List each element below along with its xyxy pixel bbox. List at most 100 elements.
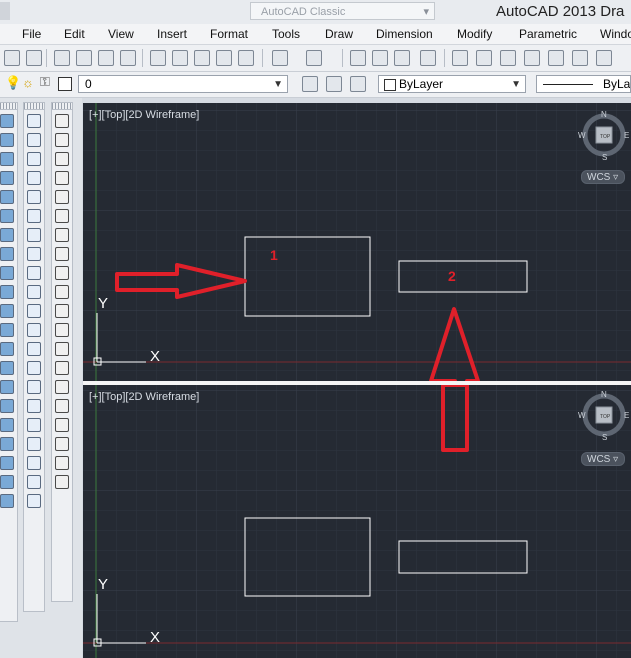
3d-rotate-icon[interactable] [0,399,14,413]
wcs-menu[interactable]: WCS ▿ [581,170,625,184]
help-icon[interactable] [596,50,612,66]
box-icon[interactable] [0,114,14,128]
construction-line-icon[interactable] [55,133,69,147]
add-selected-icon[interactable] [55,475,69,489]
extrude-icon[interactable] [0,266,14,280]
properties-icon[interactable] [452,50,468,66]
camera-icon[interactable] [27,171,41,185]
loft-icon[interactable] [0,228,14,242]
ucs-icon[interactable] [27,342,41,356]
3d-align-icon[interactable] [0,418,14,432]
sweep-icon[interactable] [0,247,14,261]
lock-icon[interactable]: ⚿ [40,74,50,90]
plot-icon[interactable] [54,50,70,66]
layer-previous-icon[interactable] [326,76,342,92]
pan-hand-icon[interactable] [27,114,41,128]
paste-icon[interactable] [194,50,210,66]
zoom-icon[interactable] [27,133,41,147]
color-dropdown[interactable]: ByLayer ▼ [378,75,526,93]
ucs-origin-icon[interactable] [27,380,41,394]
wedge-icon[interactable] [0,152,14,166]
3d-move-icon[interactable] [0,380,14,394]
make-block-icon[interactable] [55,342,69,356]
cylinder-icon[interactable] [0,133,14,147]
menu-modify[interactable]: Modify [457,27,492,41]
subtract-icon[interactable] [0,323,14,337]
menu-edit[interactable]: Edit [64,27,85,41]
ucs-3point-icon[interactable] [27,399,41,413]
publish-icon[interactable] [98,50,114,66]
viewport-top[interactable]: Y X 1 2 TOP N S E W [+][Top][2D Wirefram… [83,103,631,381]
table-icon[interactable] [55,437,69,451]
spline-icon[interactable] [55,266,69,280]
match-properties-icon[interactable] [216,50,232,66]
slice-icon[interactable] [0,361,14,375]
point-icon[interactable] [55,361,69,375]
arc-icon[interactable] [55,209,69,223]
sphere-icon[interactable] [0,190,14,204]
insert-block-icon[interactable] [55,323,69,337]
light-icon[interactable] [27,304,41,318]
ellipse-arc-icon[interactable] [55,304,69,318]
menu-tools[interactable]: Tools [272,27,300,41]
ucs-named-icon[interactable] [27,475,41,489]
menu-file[interactable]: File [22,27,41,41]
design-center-icon[interactable] [476,50,492,66]
redo-icon[interactable] [306,50,322,66]
zoom-realtime-icon[interactable] [372,50,388,66]
markup-icon[interactable] [548,50,564,66]
save-icon[interactable] [26,50,42,66]
revolve-icon[interactable] [0,171,14,185]
layer-on-icon[interactable]: 💡 [5,75,21,91]
globe-icon[interactable] [27,247,41,261]
ucs-object-icon[interactable] [27,418,41,432]
orbit-icon[interactable] [27,152,41,166]
calculator-icon[interactable] [572,50,588,66]
walk-icon[interactable] [27,190,41,204]
menu-draw[interactable]: Draw [325,27,353,41]
freeze-sun-icon[interactable]: ☼ [22,75,34,90]
viewport-controls-label[interactable]: [+][Top][2D Wireframe] [89,109,199,121]
gradient-icon[interactable] [55,399,69,413]
toolbar-grip[interactable] [52,103,72,110]
render-icon[interactable] [27,266,41,280]
ucs-view-icon[interactable] [27,456,41,470]
pan-icon[interactable] [350,50,366,66]
zoom-window-icon[interactable] [394,50,410,66]
3d-print-icon[interactable] [120,50,136,66]
polyline-icon[interactable] [55,152,69,166]
visual-style-icon[interactable] [27,323,41,337]
view-grid-icon[interactable] [27,228,41,242]
mesh-icon[interactable] [0,475,14,489]
viewport-controls-label[interactable]: [+][Top][2D Wireframe] [89,391,199,403]
menu-window[interactable]: Windo [600,27,631,41]
menu-parametric[interactable]: Parametric [519,27,577,41]
material-icon[interactable] [27,285,41,299]
cut-icon[interactable] [150,50,166,66]
revision-cloud-icon[interactable] [55,247,69,261]
linetype-dropdown[interactable]: ByLayer [536,75,631,93]
rectangle-icon[interactable] [55,190,69,204]
section-plane-icon[interactable] [27,494,41,508]
make-current-layer-icon[interactable] [302,76,318,92]
open-icon[interactable] [4,50,20,66]
3d-array-icon[interactable] [0,437,14,451]
menu-view[interactable]: View [108,27,134,41]
ucs-world-icon[interactable] [27,361,41,375]
block-editor-icon[interactable] [238,50,254,66]
menu-dimension[interactable]: Dimension [376,27,433,41]
wcs-menu[interactable]: WCS ▿ [581,452,625,466]
union-icon[interactable] [0,304,14,318]
multiline-text-icon[interactable] [55,456,69,470]
view-top-icon[interactable] [27,209,41,223]
torus-icon[interactable] [0,209,14,223]
line-icon[interactable] [55,114,69,128]
workspace-dropdown[interactable]: AutoCAD Classic ▾ [250,2,435,20]
surface-icon[interactable] [0,456,14,470]
toolbar-grip[interactable] [24,103,44,110]
section-icon[interactable] [0,494,14,508]
layer-states-icon[interactable] [350,76,366,92]
zoom-previous-icon[interactable] [420,50,436,66]
intersect-icon[interactable] [0,342,14,356]
menu-format[interactable]: Format [210,27,248,41]
